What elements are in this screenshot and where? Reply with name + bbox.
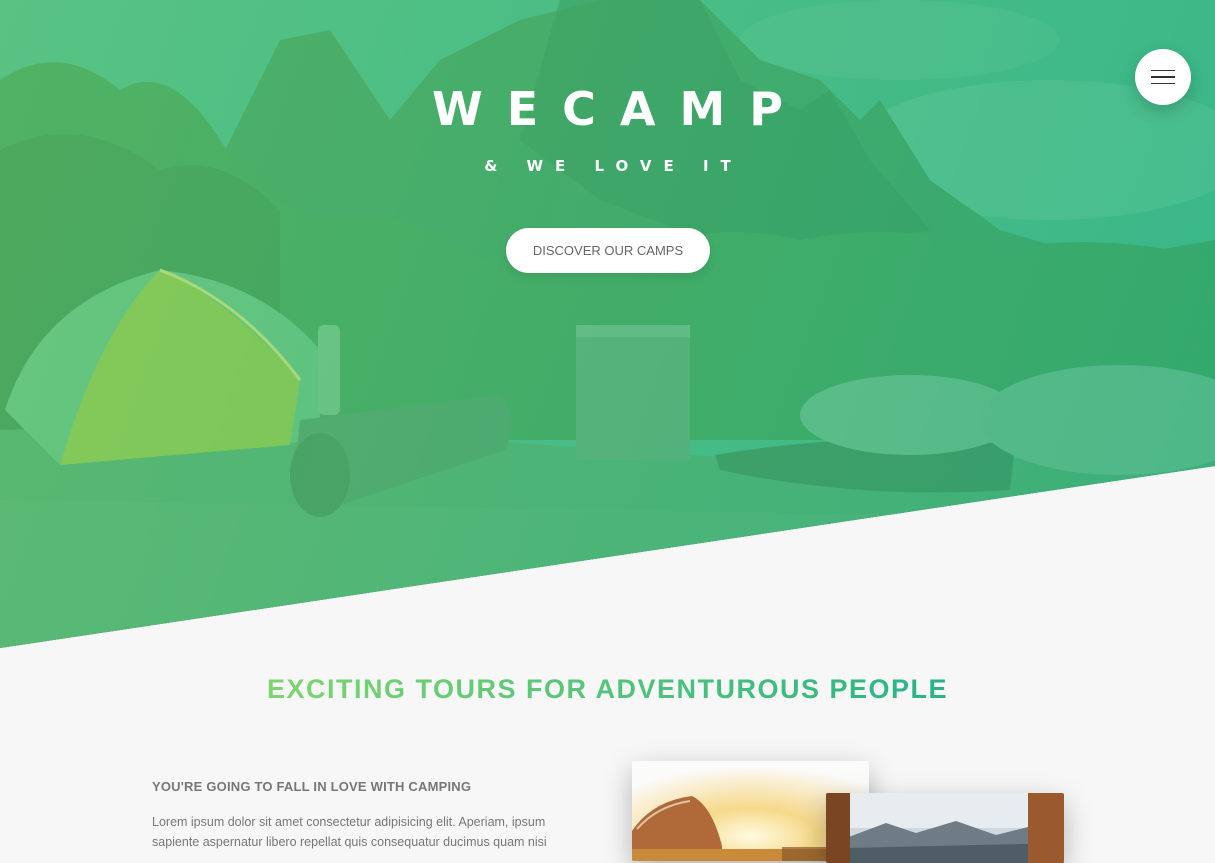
brand-tagline: & WE LOVE IT bbox=[484, 157, 743, 175]
hamburger-menu-icon bbox=[1151, 76, 1175, 78]
discover-camps-button[interactable]: DISCOVER OUR CAMPS bbox=[506, 228, 710, 273]
section-title: EXCITING TOURS FOR ADVENTUROUS PEOPLE bbox=[0, 674, 1215, 705]
about-subheading: YOU'RE GOING TO FALL IN LOVE WITH CAMPIN… bbox=[152, 779, 472, 794]
about-paragraph: Lorem ipsum dolor sit amet consectetur a… bbox=[152, 815, 547, 849]
section-title-text: EXCITING TOURS FOR ADVENTUROUS PEOPLE bbox=[266, 674, 949, 704]
tour-photo-2[interactable] bbox=[826, 793, 1064, 863]
hamburger-menu-icon bbox=[1151, 69, 1175, 72]
brand-title: WECAMP bbox=[431, 82, 807, 136]
